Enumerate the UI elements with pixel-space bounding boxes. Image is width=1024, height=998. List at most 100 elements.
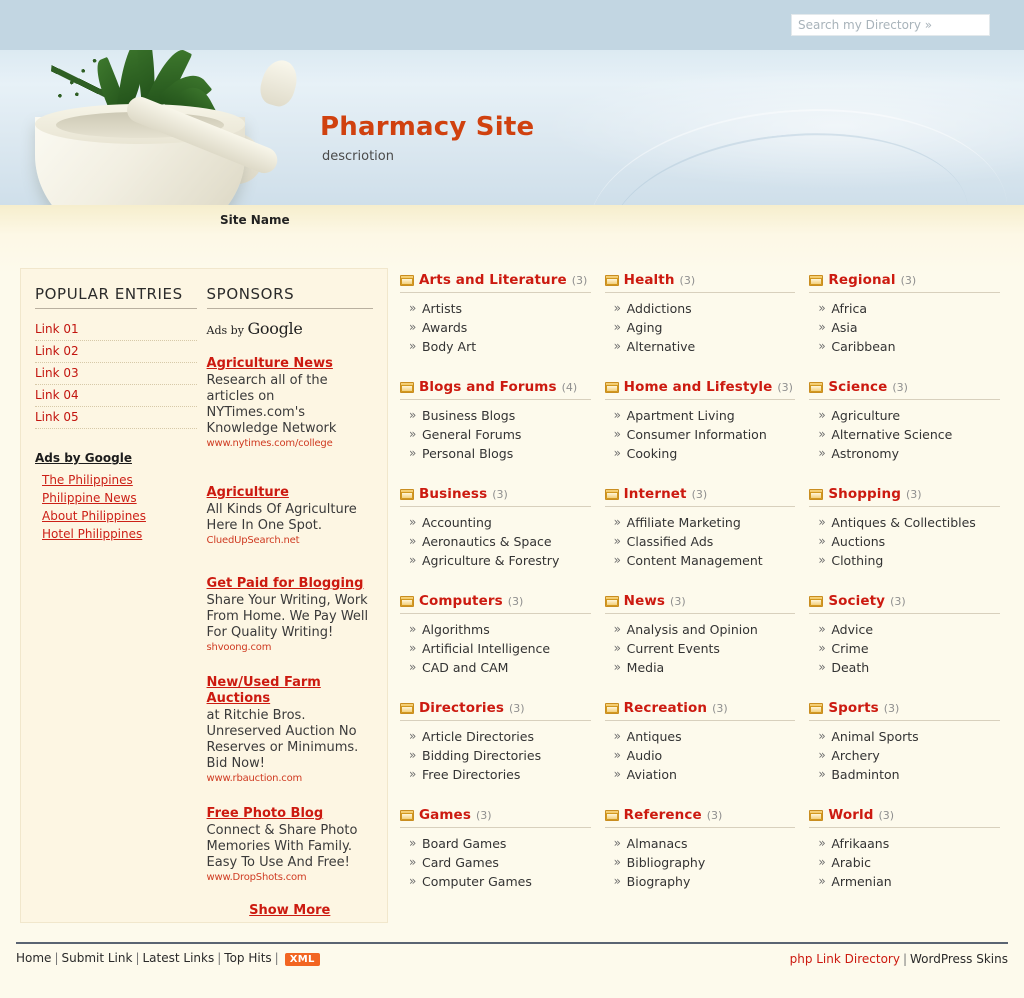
subcategory-item[interactable]: » Audio (605, 746, 796, 765)
footer-link-submit-link[interactable]: Submit Link (61, 951, 132, 965)
subcategory-item[interactable]: » Bibliography (605, 853, 796, 872)
subcategory-item[interactable]: » Antiques (605, 727, 796, 746)
subcategory-item[interactable]: » Board Games (400, 834, 591, 853)
footer-credit-suffix[interactable]: WordPress Skins (910, 952, 1008, 966)
subcategory-item[interactable]: » Death (809, 658, 1000, 677)
subcategory-label: Card Games (422, 855, 499, 870)
sponsor-ad-title[interactable]: Free Photo Blog (207, 806, 373, 822)
sponsor-ad-title[interactable]: Agriculture (207, 485, 373, 501)
subcategory-item[interactable]: » Advice (809, 620, 1000, 639)
category-title-link[interactable]: Health (624, 272, 675, 288)
subcategory-item[interactable]: » Awards (400, 318, 591, 337)
subcategory-item[interactable]: » Artists (400, 299, 591, 318)
subcategory-item[interactable]: » Agriculture & Forestry (400, 551, 591, 570)
subcategory-item[interactable]: » Body Art (400, 337, 591, 356)
footer-link-latest-links[interactable]: Latest Links (143, 951, 215, 965)
search-input[interactable] (791, 14, 990, 36)
category-title-link[interactable]: Blogs and Forums (419, 379, 557, 395)
subcategory-item[interactable]: » Accounting (400, 513, 591, 532)
subcategory-item[interactable]: » Antiques & Collectibles (809, 513, 1000, 532)
subcategory-item[interactable]: » Crime (809, 639, 1000, 658)
footer-link-top-hits[interactable]: Top Hits (224, 951, 271, 965)
popular-link-03[interactable]: Link 03 (35, 363, 197, 385)
subcategory-item[interactable]: » Badminton (809, 765, 1000, 784)
subcategory-item[interactable]: » Personal Blogs (400, 444, 591, 463)
subcategory-item[interactable]: » Asia (809, 318, 1000, 337)
category-title-link[interactable]: World (828, 807, 873, 823)
subcategory-item[interactable]: » Card Games (400, 853, 591, 872)
category-title-link[interactable]: Internet (624, 486, 687, 502)
category-title-link[interactable]: Home and Lifestyle (624, 379, 773, 395)
popular-link-01[interactable]: Link 01 (35, 319, 197, 341)
footer-link-home[interactable]: Home (16, 951, 51, 965)
category-title-link[interactable]: Recreation (624, 700, 707, 716)
subcategory-item[interactable]: » Almanacs (605, 834, 796, 853)
category-block: Regional (3) » Africa » Asia » Caribbean (809, 272, 1001, 356)
sponsor-ad-title[interactable]: Get Paid for Blogging (207, 576, 373, 592)
subcategory-item[interactable]: » Biography (605, 872, 796, 891)
popular-link-05[interactable]: Link 05 (35, 407, 197, 429)
subcategory-item[interactable]: » Africa (809, 299, 1000, 318)
subcategory-item[interactable]: » Article Directories (400, 727, 591, 746)
subcategory-item[interactable]: » Arabic (809, 853, 1000, 872)
subcategory-item[interactable]: » Bidding Directories (400, 746, 591, 765)
subcategory-item[interactable]: » Addictions (605, 299, 796, 318)
footer-credit-brand[interactable]: php Link Directory (790, 952, 900, 966)
category-title-link[interactable]: Arts and Literature (419, 272, 567, 288)
category-title-link[interactable]: Business (419, 486, 487, 502)
sponsor-ad-title[interactable]: New/Used Farm Auctions (207, 675, 373, 707)
ad-link-hotel-philippines[interactable]: Hotel Philippines (42, 525, 197, 543)
subcategory-item[interactable]: » Agriculture (809, 406, 1000, 425)
popular-link-02[interactable]: Link 02 (35, 341, 197, 363)
subcategory-item[interactable]: » Archery (809, 746, 1000, 765)
subcategory-item[interactable]: » Astronomy (809, 444, 1000, 463)
mortar-and-pestle-image (10, 50, 340, 205)
category-title-link[interactable]: Reference (624, 807, 702, 823)
category-title-link[interactable]: Shopping (828, 486, 901, 502)
category-title-link[interactable]: Regional (828, 272, 895, 288)
subcategory-item[interactable]: » Cooking (605, 444, 796, 463)
category-title-link[interactable]: News (624, 593, 665, 609)
ad-link-philippine-news[interactable]: Philippine News (42, 489, 197, 507)
popular-link-04[interactable]: Link 04 (35, 385, 197, 407)
category-title-link[interactable]: Society (828, 593, 885, 609)
subcategory-item[interactable]: » Business Blogs (400, 406, 591, 425)
subcategory-item[interactable]: » Auctions (809, 532, 1000, 551)
subcategory-item[interactable]: » Algorithms (400, 620, 591, 639)
subcategory-item[interactable]: » Caribbean (809, 337, 1000, 356)
subcategory-item[interactable]: » Analysis and Opinion (605, 620, 796, 639)
category-title-link[interactable]: Games (419, 807, 471, 823)
xml-feed-badge[interactable]: XML (284, 953, 320, 966)
category-title-link[interactable]: Computers (419, 593, 503, 609)
subcategory-item[interactable]: » Afrikaans (809, 834, 1000, 853)
subcategory-item[interactable]: » CAD and CAM (400, 658, 591, 677)
category-title-link[interactable]: Directories (419, 700, 504, 716)
subcategory-item[interactable]: » Computer Games (400, 872, 591, 891)
subcategory-item[interactable]: » Current Events (605, 639, 796, 658)
subcategory-item[interactable]: » Artificial Intelligence (400, 639, 591, 658)
show-more-link[interactable]: Show More (207, 903, 373, 918)
subcategory-item[interactable]: » Classified Ads (605, 532, 796, 551)
subcategory-item[interactable]: » Affiliate Marketing (605, 513, 796, 532)
subcategory-item[interactable]: » Free Directories (400, 765, 591, 784)
subcategory-item[interactable]: » Aging (605, 318, 796, 337)
subcategory-item[interactable]: » Content Management (605, 551, 796, 570)
subcategory-item[interactable]: » Media (605, 658, 796, 677)
subcategory-item[interactable]: » Aviation (605, 765, 796, 784)
category-title-link[interactable]: Science (828, 379, 887, 395)
subcategory-item[interactable]: » Clothing (809, 551, 1000, 570)
subcategory-item[interactable]: » Alternative Science (809, 425, 1000, 444)
ad-link-about-philippines[interactable]: About Philippines (42, 507, 197, 525)
subcategory-item[interactable]: » Apartment Living (605, 406, 796, 425)
category-block: Computers (3) » Algorithms » Artificial Intel… (400, 593, 591, 677)
subcategory-item[interactable]: » Alternative (605, 337, 796, 356)
category-title-link[interactable]: Sports (828, 700, 878, 716)
ad-link-the-philippines[interactable]: The Philippines (42, 471, 197, 489)
subcategory-item[interactable]: » Consumer Information (605, 425, 796, 444)
subcategory-item[interactable]: » General Forums (400, 425, 591, 444)
chevron-right-icon: » (818, 427, 826, 441)
subcategory-item[interactable]: » Aeronautics & Space (400, 532, 591, 551)
subcategory-item[interactable]: » Armenian (809, 872, 1000, 891)
sponsor-ad-title[interactable]: Agriculture News (207, 356, 373, 372)
subcategory-item[interactable]: » Animal Sports (809, 727, 1000, 746)
